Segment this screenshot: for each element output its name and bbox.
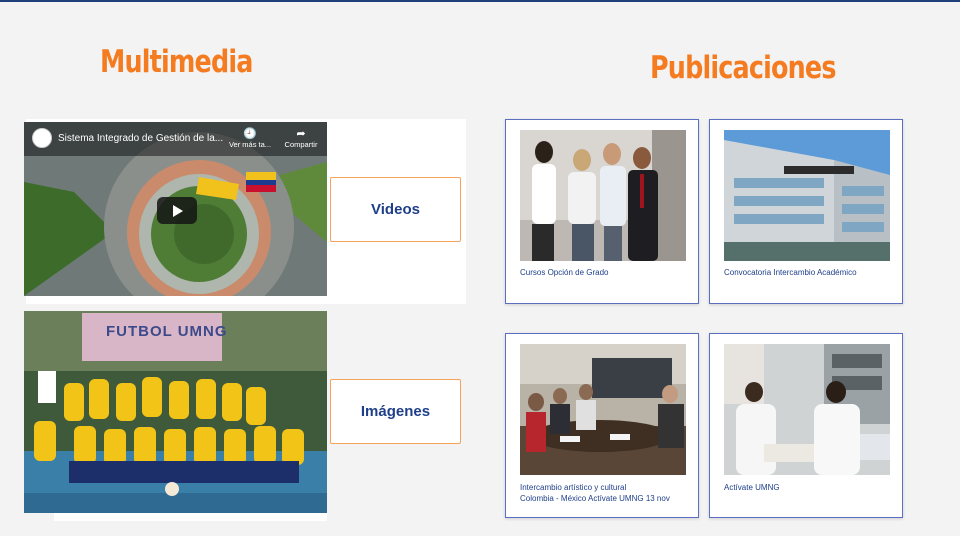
clock-icon: 🕘 <box>243 128 257 140</box>
publication-card-activate[interactable]: Actívate UMNG <box>709 333 903 518</box>
publication-card-convocatoria[interactable]: Convocatoria Intercambio Académico <box>709 119 903 304</box>
card-caption[interactable]: Actívate UMNG <box>724 482 780 493</box>
card-caption[interactable]: Convocatoria Intercambio Académico <box>724 267 857 278</box>
activate-photo <box>724 344 890 475</box>
publicaciones-title: Publicaciones <box>650 50 836 86</box>
caption-line-1: Intercambio artístico y cultural <box>520 483 627 492</box>
banner-text: FUTBOL UMNG <box>106 323 228 340</box>
football-team-image <box>24 311 327 513</box>
convocatoria-photo <box>724 130 890 261</box>
watch-later-button[interactable]: 🕘 Ver más ta... <box>224 128 276 149</box>
publication-card-cursos[interactable]: Cursos Opción de Grado <box>505 119 699 304</box>
video-title[interactable]: Sistema Integrado de Gestión de la... <box>58 133 223 144</box>
publication-card-intercambio[interactable]: Intercambio artístico y cultural Colombi… <box>505 333 699 518</box>
watch-later-label: Ver más ta... <box>228 140 272 149</box>
video-embed[interactable]: Sistema Integrado de Gestión de la... 🕘 … <box>24 122 327 296</box>
card-caption[interactable]: Intercambio artístico y cultural Colombi… <box>520 482 670 504</box>
share-label: Compartir <box>284 140 318 149</box>
card-caption[interactable]: Cursos Opción de Grado <box>520 267 609 278</box>
play-icon[interactable] <box>157 197 197 224</box>
videos-button[interactable]: Videos <box>330 177 461 242</box>
multimedia-title: Multimedia <box>100 44 253 80</box>
share-arrow-icon: ➦ <box>296 128 306 140</box>
caption-line-2: Colombia - México Actívate UMNG 13 nov <box>520 494 670 503</box>
channel-logo-icon[interactable] <box>32 128 52 148</box>
images-button[interactable]: Imágenes <box>330 379 461 444</box>
intercambio-photo <box>520 344 686 475</box>
cursos-photo <box>520 130 686 261</box>
images-thumbnail[interactable]: FUTBOL UMNG <box>24 311 327 513</box>
share-button[interactable]: ➦ Compartir <box>279 128 323 149</box>
